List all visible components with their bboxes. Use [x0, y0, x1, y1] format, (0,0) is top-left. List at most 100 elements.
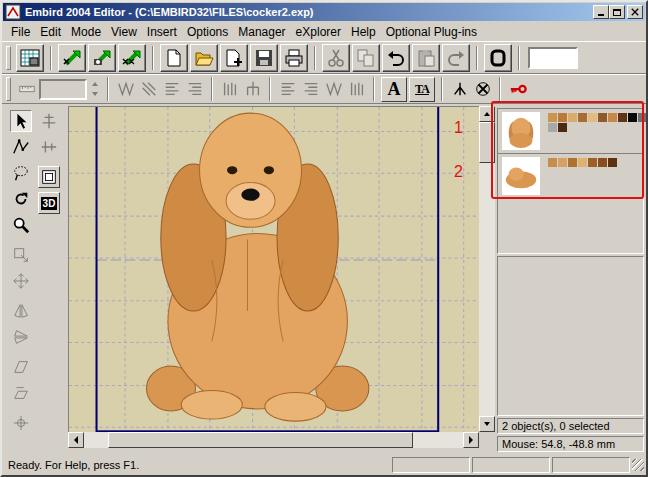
menu-item[interactable]: eXplorer [291, 25, 346, 39]
toolbar-button[interactable] [472, 78, 493, 100]
menu-item[interactable]: Mode [66, 25, 106, 39]
tool-button[interactable] [38, 166, 60, 188]
tool-button[interactable] [10, 244, 32, 266]
toolbar-button[interactable] [58, 44, 86, 72]
toolbar-button[interactable] [16, 44, 44, 72]
toolbar-button[interactable] [118, 44, 146, 72]
tool-button[interactable] [10, 356, 32, 378]
size-field[interactable] [39, 79, 87, 100]
toolbar-button[interactable] [160, 44, 188, 72]
mirh-icon [12, 302, 30, 320]
toolbar-grip[interactable] [6, 77, 11, 101]
tool-button[interactable] [10, 300, 32, 322]
color-swatch [598, 113, 607, 122]
annotation-label: 2 [454, 164, 463, 180]
toolbar-field[interactable] [528, 47, 578, 69]
size-spinner[interactable] [89, 79, 101, 99]
toolbar-button[interactable] [346, 78, 367, 100]
copy-icon [356, 48, 376, 68]
3d-glyph: 3D [41, 197, 58, 210]
toolbar-button[interactable] [250, 44, 278, 72]
tool-palette: 3D [2, 106, 68, 455]
tool-button[interactable] [10, 412, 32, 434]
menu-item[interactable]: Options [182, 25, 233, 39]
tool-button[interactable] [10, 214, 32, 236]
tool-button[interactable] [10, 162, 32, 184]
design-canvas[interactable] [68, 106, 479, 432]
toolbar-button[interactable]: A [381, 77, 407, 102]
object-panel: 2 object(s), 0 selectedMouse: 54.8, -48.… [495, 106, 646, 455]
move-icon [12, 272, 30, 290]
toolbar-button[interactable] [16, 78, 37, 100]
toolbar-button[interactable] [88, 44, 116, 72]
stitch-icon [12, 138, 30, 156]
maximize-button[interactable] [609, 5, 625, 19]
toolbar-button[interactable] [412, 44, 440, 72]
toolbar-button[interactable] [161, 78, 182, 100]
tool-button[interactable] [10, 188, 32, 210]
rotate-icon [12, 190, 30, 208]
resize-grip[interactable] [632, 459, 644, 471]
toolbar-button[interactable] [115, 78, 136, 100]
toolbar-button[interactable] [323, 78, 344, 100]
undo-icon [386, 48, 406, 68]
close-button[interactable] [627, 5, 643, 19]
menu-item[interactable]: File [6, 25, 35, 39]
status-panel [472, 457, 550, 473]
object-item[interactable] [498, 109, 643, 154]
toolbar-button[interactable] [300, 78, 321, 100]
toolbar-button[interactable] [219, 78, 240, 100]
dog-figure [147, 113, 369, 421]
toolbar-button[interactable] [184, 78, 205, 100]
new-icon [164, 48, 184, 68]
scroll-thumb[interactable] [108, 432, 413, 448]
bars-icon [348, 80, 366, 98]
tool-button[interactable] [10, 326, 32, 348]
tool-button[interactable] [38, 136, 60, 158]
menu-item[interactable]: View [106, 25, 142, 39]
horizontal-scrollbar[interactable] [68, 432, 495, 448]
object-item[interactable] [498, 154, 643, 199]
toolbar-separator [50, 46, 52, 70]
toolbar-button[interactable] [190, 44, 218, 72]
toolbar-button[interactable] [220, 44, 248, 72]
zoom-icon [12, 216, 30, 234]
toolbar-button[interactable] [442, 44, 470, 72]
toolbar-button[interactable] [352, 44, 380, 72]
toolbar-grip[interactable] [6, 46, 11, 70]
main-toolbar [2, 41, 646, 74]
tool-button[interactable] [38, 110, 60, 132]
toolbar-button[interactable] [242, 78, 263, 100]
zig-icon [325, 80, 343, 98]
format-toolbar: ATA [2, 74, 646, 104]
toolbar-button[interactable] [449, 78, 470, 100]
fork-icon [244, 80, 262, 98]
toolbar-button[interactable] [280, 44, 308, 72]
toolbar-button[interactable] [138, 78, 159, 100]
tool-button[interactable] [10, 382, 32, 404]
menu-item[interactable]: Manager [233, 25, 290, 39]
tool-button[interactable]: 3D [38, 192, 60, 214]
toolbar-button[interactable] [322, 44, 350, 72]
color-swatch [638, 113, 647, 122]
minimize-button[interactable] [593, 5, 609, 19]
tool-button[interactable] [10, 110, 32, 132]
vertical-scrollbar[interactable] [479, 106, 495, 432]
menu-item[interactable]: Optional Plug-ins [381, 25, 482, 39]
app-icon [5, 4, 21, 20]
toolbar-button[interactable] [382, 44, 410, 72]
object-count: 2 object(s), 0 selected [497, 418, 644, 434]
color-swatch [558, 123, 567, 132]
mirv-icon [12, 328, 30, 346]
toolbar-button[interactable] [277, 78, 298, 100]
toolbar-button[interactable] [484, 44, 512, 72]
menu-item[interactable]: Edit [35, 25, 66, 39]
toolbar-button[interactable]: TA [409, 77, 435, 102]
tool-button[interactable] [10, 270, 32, 292]
menu-item[interactable]: Help [346, 25, 381, 39]
toolbar-button[interactable] [507, 78, 528, 100]
lines-icon [163, 80, 181, 98]
scroll-thumb[interactable] [479, 122, 495, 163]
tool-button[interactable] [10, 136, 32, 158]
menu-item[interactable]: Insert [142, 25, 182, 39]
